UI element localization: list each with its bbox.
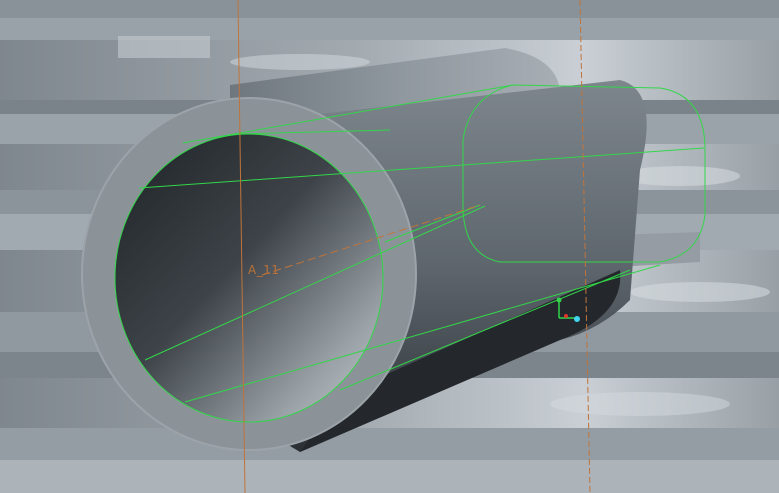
bore-hole[interactable] [115, 134, 383, 422]
model-scene[interactable] [0, 0, 779, 493]
cad-3d-viewport[interactable]: A_11 [0, 0, 779, 493]
front-flange[interactable] [81, 97, 417, 451]
